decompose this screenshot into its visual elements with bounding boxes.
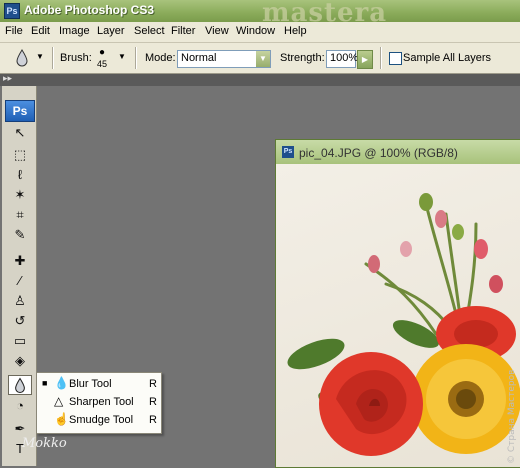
separator [135, 47, 137, 69]
mode-value: Normal [181, 52, 217, 64]
blur-icon[interactable] [8, 375, 32, 395]
menu-select[interactable]: Select [134, 25, 165, 37]
panel-dock-strip: ▸▸ [0, 73, 520, 86]
lasso-icon[interactable]: ℓ [9, 166, 31, 184]
flyout-item-smudge-tool[interactable]: ☝ Smudge Tool R [37, 411, 161, 429]
mode-label: Mode: [145, 52, 176, 64]
marquee-icon[interactable]: ⬚ [9, 146, 31, 164]
separator [52, 47, 54, 69]
menu-window[interactable]: Window [236, 25, 275, 37]
sample-all-layers-label: Sample All Layers [403, 52, 492, 64]
active-bullet-icon: ■ [42, 378, 48, 388]
sample-all-layers-checkbox[interactable] [389, 52, 402, 65]
options-bar: ▼ Brush: ● 45 ▼ Mode: Normal ▼ Strength:… [0, 43, 520, 74]
document-window: Ps pic_04.JPG @ 100% (RGB/8) © Страна Ма… [275, 139, 520, 468]
document-icon: Ps [282, 146, 294, 158]
crop-icon[interactable]: ⌗ [9, 206, 31, 224]
menu-file[interactable]: File [5, 25, 23, 37]
magic-wand-icon[interactable]: ✶ [9, 186, 31, 204]
eraser-icon[interactable]: ▭ [9, 332, 31, 350]
photoshop-app-icon: Ps [4, 3, 20, 19]
menu-edit[interactable]: Edit [31, 25, 50, 37]
document-title-bar[interactable]: Ps pic_04.JPG @ 100% (RGB/8) [276, 140, 520, 164]
smudge-icon: ☝ [54, 412, 69, 426]
menu-layer[interactable]: Layer [97, 25, 125, 37]
brush-label: Brush: [60, 52, 92, 64]
paint-bucket-icon[interactable]: ◈ [9, 352, 31, 370]
chevron-right-icon: ▶ [361, 55, 369, 64]
clone-stamp-icon[interactable]: ♙ [9, 292, 31, 310]
menu-filter[interactable]: Filter [171, 25, 195, 37]
menu-help[interactable]: Help [284, 25, 307, 37]
tool-preset-picker[interactable]: ▼ [10, 49, 44, 67]
flower-bouquet-image: © Страна Мастеров [287, 193, 520, 464]
chevron-down-icon: ▼ [256, 51, 270, 67]
chevron-down-icon: ▼ [36, 52, 44, 61]
strength-input[interactable]: 100% [326, 50, 359, 68]
brush-picker[interactable]: ● 45 ▼ [94, 47, 128, 71]
flyout-item-blur-tool[interactable]: ■ 💧 Blur Tool R [37, 375, 161, 393]
brush-dot-icon: ● [99, 47, 106, 58]
menu-view[interactable]: View [205, 25, 229, 37]
blur-icon [16, 49, 28, 67]
brush-size: 45 [97, 59, 108, 69]
separator [380, 47, 382, 69]
move-icon[interactable]: ↖ [9, 124, 31, 142]
toolbox-logo[interactable]: Ps [5, 100, 35, 122]
title-bar: Ps Adobe Photoshop CS3 mastera rukodeliy… [0, 0, 520, 58]
strength-label: Strength: [280, 52, 325, 64]
expand-panels-icon[interactable]: ▸▸ [3, 73, 12, 84]
dodge-icon[interactable]: ◔ [9, 397, 31, 415]
svg-text:© Страна Мастеров: © Страна Мастеров [507, 370, 517, 464]
menu-image[interactable]: Image [59, 25, 90, 37]
toolbox: Ps ↖ ⬚ ℓ ✶ ⌗ ✎ ✚ ∕ ♙ ↺ ▭ ◈ ◔ ✒ T [2, 86, 37, 466]
brush-icon[interactable]: ∕ [9, 272, 31, 290]
signature-overlay: Mokko [22, 436, 67, 451]
chevron-down-icon: ▼ [118, 52, 126, 61]
history-brush-icon[interactable]: ↺ [9, 312, 31, 330]
app-title: Adobe Photoshop CS3 [24, 3, 154, 17]
image-canvas[interactable]: © Страна Мастеров [276, 164, 520, 467]
slice-icon[interactable]: ✎ [9, 226, 31, 244]
strength-value: 100% [330, 52, 359, 64]
blur-tools-flyout: ■ 💧 Blur Tool R △ Sharpen Tool R ☝ Smudg… [36, 372, 162, 434]
blur-icon: 💧 [54, 376, 69, 390]
flyout-item-sharpen-tool[interactable]: △ Sharpen Tool R [37, 393, 161, 411]
sharpen-icon: △ [54, 394, 64, 408]
strength-slider-button[interactable]: ▶ [357, 50, 373, 69]
mode-select[interactable]: Normal ▼ [177, 50, 271, 68]
menu-bar: File Edit Image Layer Select Filter View… [0, 22, 520, 43]
document-title: pic_04.JPG @ 100% (RGB/8) [299, 146, 458, 160]
healing-brush-icon[interactable]: ✚ [9, 252, 31, 270]
